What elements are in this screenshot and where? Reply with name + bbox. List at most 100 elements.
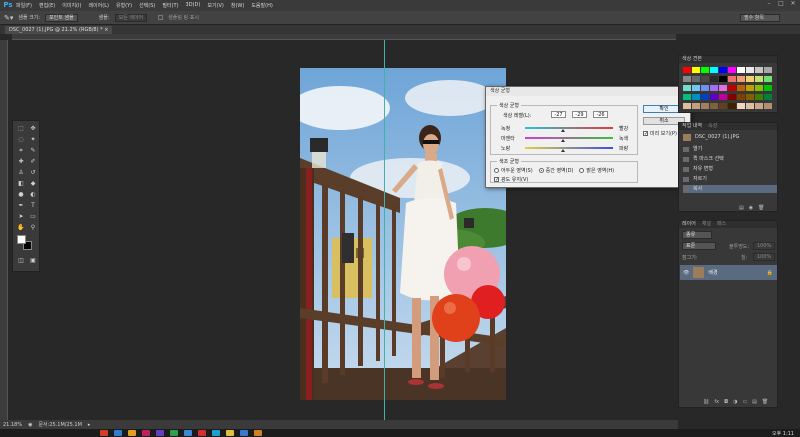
dialog-title[interactable]: 색상 균형: [486, 87, 690, 96]
color-swatch[interactable]: [710, 76, 718, 82]
color-swatch[interactable]: [710, 85, 718, 91]
color-swatch[interactable]: [683, 76, 691, 82]
color-swatch[interactable]: [701, 94, 709, 100]
opacity-input[interactable]: 100%: [753, 242, 775, 250]
foreground-color-swatch[interactable]: [17, 235, 26, 244]
workspace-select[interactable]: 필수 항목: [740, 14, 780, 22]
tab-properties[interactable]: 속성: [708, 123, 717, 130]
color-swatch[interactable]: [737, 103, 745, 109]
history-item[interactable]: 자르기: [683, 175, 777, 183]
tone-option[interactable]: 중간 영역(D): [539, 167, 574, 174]
sample-select[interactable]: 모든 레이어: [115, 14, 148, 22]
dodge-tool-icon[interactable]: ◐: [28, 190, 38, 199]
color-swatch[interactable]: [746, 94, 754, 100]
status-arrow-icon[interactable]: ▸: [88, 422, 91, 428]
color-swatch[interactable]: [701, 67, 709, 73]
color-swatch[interactable]: [746, 103, 754, 109]
menu-item[interactable]: 편집(E): [39, 2, 55, 9]
taskbar-app-icon[interactable]: [128, 430, 136, 436]
color-swatch[interactable]: [683, 94, 691, 100]
new-document-icon[interactable]: ▤: [739, 205, 744, 211]
visibility-eye-icon[interactable]: 👁: [683, 270, 689, 276]
lasso-tool-icon[interactable]: ◌: [16, 135, 26, 144]
color-swatch[interactable]: [737, 67, 745, 73]
healing-brush-tool-icon[interactable]: ✚: [16, 157, 26, 166]
menu-item[interactable]: 3D(D): [186, 2, 201, 9]
color-slider-track[interactable]: [525, 137, 613, 139]
color-swatch[interactable]: [746, 76, 754, 82]
menu-item[interactable]: 선택(S): [139, 2, 155, 9]
tone-radio[interactable]: [579, 168, 584, 173]
color-swatch[interactable]: [737, 76, 745, 82]
menu-item[interactable]: 보기(V): [207, 2, 224, 9]
color-slider-thumb[interactable]: [561, 139, 565, 142]
brush-tool-icon[interactable]: ✐: [28, 157, 38, 166]
preserve-luminosity-checkbox[interactable]: ✓: [494, 177, 499, 182]
taskbar-app-icon[interactable]: [142, 430, 150, 436]
eraser-tool-icon[interactable]: ◧: [16, 179, 26, 188]
color-swatch[interactable]: [710, 67, 718, 73]
type-tool-icon[interactable]: T: [28, 201, 38, 210]
sampling-ring-checkbox[interactable]: [158, 15, 163, 20]
paint-bucket-tool-icon[interactable]: ◆: [28, 179, 38, 188]
menu-item[interactable]: 도움말(H): [251, 2, 272, 9]
color-swatch[interactable]: [728, 94, 736, 100]
color-swatch[interactable]: [710, 94, 718, 100]
color-swatch[interactable]: [737, 85, 745, 91]
level-yellow-blue-input[interactable]: -26: [593, 111, 608, 118]
color-swatch[interactable]: [719, 76, 727, 82]
color-swatch[interactable]: [755, 67, 763, 73]
menu-item[interactable]: 이미지(I): [62, 2, 81, 9]
menu-item[interactable]: 필터(T): [162, 2, 178, 9]
document-canvas[interactable]: [300, 68, 506, 400]
crop-tool-icon[interactable]: ⌗: [16, 146, 26, 155]
color-swatch[interactable]: [728, 85, 736, 91]
clone-stamp-tool-icon[interactable]: ♙: [16, 168, 26, 177]
swatches-tab[interactable]: 색상 견본: [679, 56, 777, 63]
quick-select-tool-icon[interactable]: ✦: [28, 135, 38, 144]
pen-tool-icon[interactable]: ✒: [16, 201, 26, 210]
color-swatch[interactable]: [719, 85, 727, 91]
tab-paths[interactable]: 패스: [717, 221, 726, 228]
color-swatch[interactable]: [692, 103, 700, 109]
color-swatch[interactable]: [755, 85, 763, 91]
color-swatch[interactable]: [764, 85, 772, 91]
snapshot-icon[interactable]: ◉: [749, 205, 753, 211]
color-swatch[interactable]: [710, 103, 718, 109]
blend-mode-select[interactable]: 표준: [682, 242, 716, 250]
menu-item[interactable]: 파일(F): [16, 2, 32, 9]
move-tool-icon[interactable]: ✥: [28, 124, 38, 133]
color-swatch[interactable]: [728, 76, 736, 82]
color-swatch[interactable]: [755, 94, 763, 100]
menu-item[interactable]: 창(W): [231, 2, 244, 9]
fill-input[interactable]: 100%: [753, 253, 775, 261]
color-swatch[interactable]: [701, 76, 709, 82]
color-swatch[interactable]: [701, 85, 709, 91]
status-info-icon[interactable]: ◉: [28, 422, 32, 428]
taskbar-photoshop-icon[interactable]: [240, 430, 248, 436]
history-snapshot[interactable]: DSC_0027 (1).JPG: [683, 133, 777, 141]
screen-mode-icon[interactable]: ▣: [28, 256, 38, 265]
eyedropper-tool-icon[interactable]: ✎: [28, 146, 38, 155]
menu-item[interactable]: 레이어(L): [88, 2, 109, 9]
color-swatch[interactable]: [692, 76, 700, 82]
taskbar-app-icon[interactable]: [226, 430, 234, 436]
history-item[interactable]: 복사: [683, 185, 777, 193]
taskbar-app-icon[interactable]: [212, 430, 220, 436]
tone-radio[interactable]: [494, 168, 499, 173]
taskbar-app-icon[interactable]: [170, 430, 178, 436]
path-select-tool-icon[interactable]: ➤: [16, 212, 26, 221]
taskbar-app-icon[interactable]: [100, 430, 108, 436]
history-brush-tool-icon[interactable]: ↺: [28, 168, 38, 177]
group-icon[interactable]: ▭: [742, 399, 747, 405]
color-swatch[interactable]: [737, 94, 745, 100]
blur-tool-icon[interactable]: ●: [16, 190, 26, 199]
color-swatch[interactable]: [683, 103, 691, 109]
mask-icon[interactable]: ◘: [724, 399, 728, 405]
layer-row-background[interactable]: 👁 배경 🔒: [680, 265, 777, 280]
level-magenta-green-input[interactable]: -29: [572, 111, 587, 118]
maximize-icon[interactable]: □: [778, 1, 784, 7]
fx-icon[interactable]: fx: [714, 399, 719, 405]
eyedropper-icon[interactable]: ✎▾: [4, 14, 13, 22]
color-slider-track[interactable]: [525, 127, 613, 129]
